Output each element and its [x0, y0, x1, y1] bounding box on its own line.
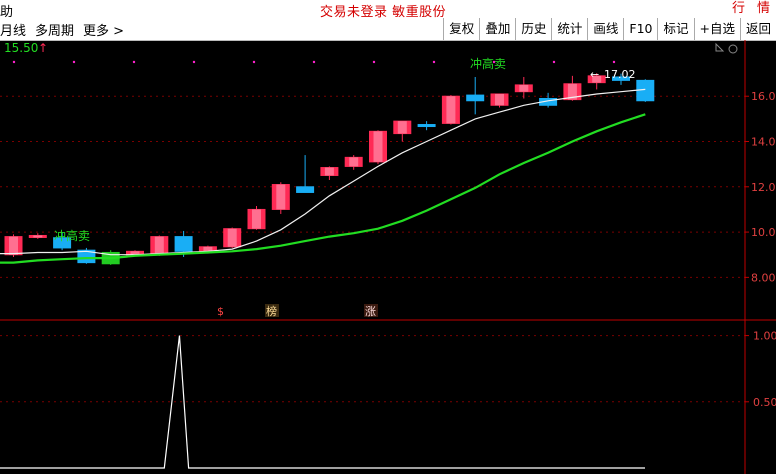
gear-icon[interactable] [728, 44, 738, 54]
price-tick-label: 16.00 [751, 90, 776, 103]
signal-label-sell-2: 冲高卖 [470, 56, 506, 71]
candle [369, 130, 387, 165]
candle-highlight [9, 236, 18, 255]
top-dot [192, 60, 196, 64]
top-dot [612, 60, 616, 64]
candle [247, 206, 266, 230]
marker-dollar[interactable]: $ [217, 305, 224, 318]
candle-body [417, 124, 436, 128]
candle [271, 182, 290, 214]
more-button[interactable]: 更多 > [83, 20, 124, 39]
period-monthly-button[interactable]: 月线 [0, 20, 26, 39]
top-dot [312, 60, 316, 64]
price-tick-label: 14.00 [751, 136, 776, 149]
candle-body [174, 236, 193, 252]
candle-highlight [397, 121, 407, 134]
candle [28, 233, 47, 239]
ma-long-line [0, 113, 646, 264]
signal-label-sell-1: 冲高卖 [54, 228, 90, 243]
candle [77, 247, 96, 264]
panel-settings-icons[interactable] [715, 42, 738, 54]
marker-zhang[interactable]: 涨 [365, 305, 376, 318]
history-button[interactable]: 历史 [515, 18, 551, 40]
price-tick-label: 10.00 [751, 226, 776, 239]
title-tabs: 行 情 [726, 0, 776, 18]
max-price-arrow: ↑ [38, 41, 48, 55]
mark-button[interactable]: 标记 [657, 18, 693, 40]
overlay-button[interactable]: 叠加 [479, 18, 515, 40]
candle [296, 155, 315, 193]
candle [490, 93, 509, 108]
candle [514, 76, 533, 99]
candle-highlight [519, 84, 529, 92]
candle-highlight [33, 235, 43, 238]
candle-highlight [349, 157, 359, 167]
top-dot [12, 60, 16, 64]
sub-tick-label: 1.00 [753, 330, 776, 343]
top-dot [72, 60, 76, 64]
marker-bang[interactable]: 榜 [266, 304, 277, 318]
candle-highlight [252, 209, 261, 229]
candle-highlight [373, 131, 383, 162]
candle [636, 79, 655, 102]
candle-body [636, 79, 655, 102]
grid-layer [0, 60, 745, 403]
price-tick-label: 12.00 [751, 181, 776, 194]
candle [417, 121, 436, 131]
candle [223, 227, 242, 248]
add-watchlist-button[interactable]: +自选 [693, 18, 740, 40]
ma-layer [0, 88, 646, 264]
candle [441, 95, 460, 125]
sub-tick-label: 0.50 [753, 396, 776, 409]
title-bar: 助 交易未登录 敏重股份 行 情 [0, 0, 776, 20]
f10-button[interactable]: F10 [623, 18, 657, 40]
kline-chart[interactable]: 16.00 14.00 12.00 10.00 8.00 1.00 0.50 15.50 ↑… [0, 40, 776, 474]
candle [466, 76, 485, 115]
candle [320, 166, 339, 180]
top-dot [132, 60, 136, 64]
window-restore-icon[interactable] [715, 42, 725, 52]
top-dot [372, 60, 376, 64]
restore-rights-button[interactable]: 复权 [443, 18, 479, 40]
high-price-arrow: ← [590, 68, 599, 81]
multi-period-button[interactable]: 多周期 [35, 20, 74, 39]
candle [393, 120, 412, 142]
draw-line-button[interactable]: 画线 [587, 18, 623, 40]
candle-highlight [154, 236, 164, 255]
tab-hangqing-2[interactable]: 情 [751, 0, 776, 18]
top-dot [252, 60, 256, 64]
chart-toolbar: 月线 多周期 更多 > 复权 叠加 历史 统计 画线 F10 标记 +自选 返回 [0, 18, 776, 41]
candle-body [296, 186, 315, 193]
candle-highlight [227, 228, 237, 247]
candle-body [466, 94, 485, 102]
back-button[interactable]: 返回 [739, 18, 776, 40]
top-dot [552, 60, 556, 64]
price-tick-label: 8.00 [751, 271, 776, 284]
candle [344, 155, 363, 170]
max-price-label: 15.50 [4, 41, 38, 55]
top-dot [432, 60, 436, 64]
candle-highlight [446, 96, 456, 124]
candle-highlight [495, 93, 504, 106]
statistics-button[interactable]: 统计 [551, 18, 587, 40]
candle-highlight [324, 167, 334, 176]
tab-hangqing-1[interactable]: 行 [726, 0, 751, 18]
high-price-label: 17.02 [604, 68, 636, 81]
candle-highlight [276, 184, 286, 210]
